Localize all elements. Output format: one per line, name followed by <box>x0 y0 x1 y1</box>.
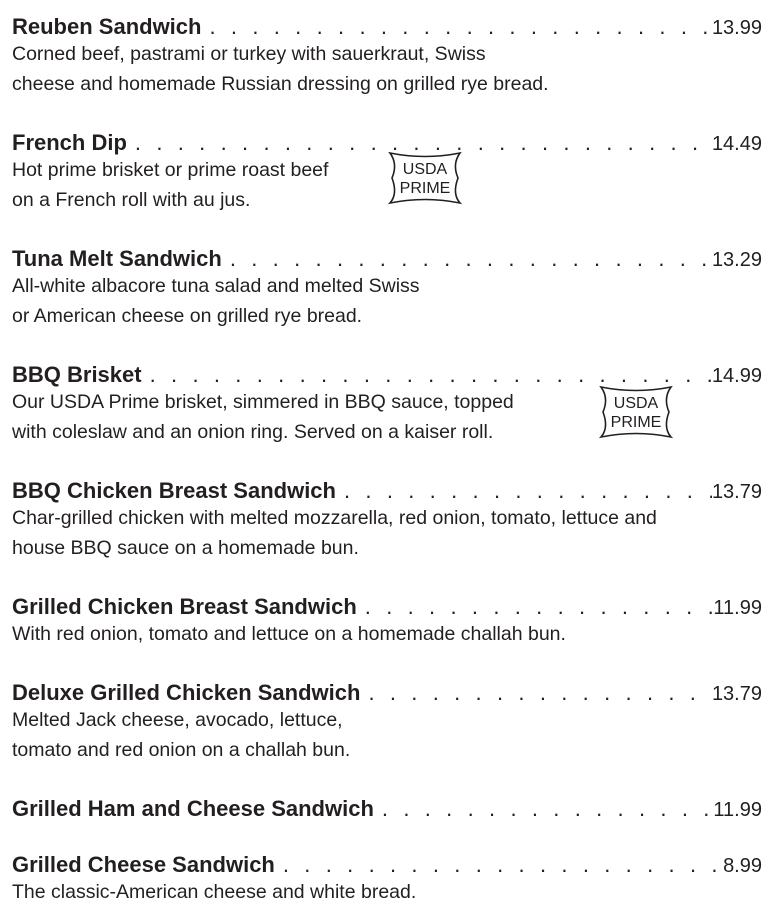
usda-prime-badge: USDA PRIME <box>593 384 679 440</box>
dot-leader: . . . . . . . . . . . . . . . . . . . . … <box>149 364 712 386</box>
item-name: Grilled Chicken Breast Sandwich <box>12 594 357 619</box>
menu-item-grilled-cheese: Grilled Cheese Sandwich . . . . . . . . … <box>12 842 762 907</box>
item-price: 13.79 <box>711 481 762 503</box>
menu-item-reuben: Reuben Sandwich . . . . . . . . . . . . … <box>12 4 762 99</box>
item-description: Melted Jack cheese, avocado, lettuce, to… <box>12 705 762 765</box>
item-name: Grilled Cheese Sandwich <box>12 852 275 877</box>
item-title-row: BBQ Chicken Breast Sandwich . . . . . . … <box>12 468 762 503</box>
usda-prime-badge: USDA PRIME <box>382 150 468 206</box>
dot-leader: . . . . . . . . . . . . . . . . . . . . … <box>343 480 712 502</box>
description-line: house BBQ sauce on a homemade bun. <box>12 537 359 559</box>
item-price: 13.99 <box>711 17 762 39</box>
description-line: With red onion, tomato and lettuce on a … <box>12 623 566 645</box>
dot-leader: . . . . . . . . . . . . . . . . . . . . … <box>368 682 712 704</box>
item-price: 11.99 <box>713 799 762 821</box>
badge-line2: PRIME <box>400 180 451 197</box>
badge-line1: USDA <box>403 161 448 178</box>
item-name: BBQ Chicken Breast Sandwich <box>12 478 336 503</box>
item-title-row: BBQ Brisket . . . . . . . . . . . . . . … <box>12 352 762 387</box>
item-title-row: Grilled Cheese Sandwich . . . . . . . . … <box>12 842 762 877</box>
item-price: 13.29 <box>711 249 762 271</box>
item-title-row: Tuna Melt Sandwich . . . . . . . . . . .… <box>12 236 762 271</box>
item-title-row: Deluxe Grilled Chicken Sandwich . . . . … <box>12 670 762 705</box>
item-price: 14.99 <box>711 365 762 387</box>
menu-item-bbq-brisket: BBQ Brisket . . . . . . . . . . . . . . … <box>12 352 762 447</box>
menu-item-grilled-ham-and-cheese: Grilled Ham and Cheese Sandwich . . . . … <box>12 786 762 821</box>
description-line: cheese and homemade Russian dressing on … <box>12 73 549 95</box>
description-line: tomato and red onion on a challah bun. <box>12 739 351 761</box>
menu-item-french-dip: French Dip . . . . . . . . . . . . . . .… <box>12 120 762 215</box>
description-line: Char-grilled chicken with melted mozzare… <box>12 507 657 529</box>
dot-leader: . . . . . . . . . . . . . . . . . . . . … <box>282 854 723 876</box>
description-line: All-white albacore tuna salad and melted… <box>12 275 420 297</box>
item-description: With red onion, tomato and lettuce on a … <box>12 619 762 649</box>
item-name: Reuben Sandwich <box>12 14 202 39</box>
menu-item-deluxe-grilled-chicken: Deluxe Grilled Chicken Sandwich . . . . … <box>12 670 762 765</box>
item-name: BBQ Brisket <box>12 362 142 387</box>
item-price: 14.49 <box>711 133 762 155</box>
dot-leader: . . . . . . . . . . . . . . . . . . . . … <box>364 596 714 618</box>
menu-item-grilled-chicken: Grilled Chicken Breast Sandwich . . . . … <box>12 584 762 649</box>
item-description: All-white albacore tuna salad and melted… <box>12 271 762 331</box>
item-price: 11.99 <box>713 597 762 619</box>
item-name: Deluxe Grilled Chicken Sandwich <box>12 680 361 705</box>
item-name: Tuna Melt Sandwich <box>12 246 222 271</box>
description-line: Corned beef, pastrami or turkey with sau… <box>12 43 486 65</box>
badge-line1: USDA <box>614 395 659 412</box>
dot-leader: . . . . . . . . . . . . . . . . . . . . … <box>209 16 712 38</box>
description-line: or American cheese on grilled rye bread. <box>12 305 363 327</box>
dot-leader: . . . . . . . . . . . . . . . . . . . . … <box>381 798 714 820</box>
dot-leader: . . . . . . . . . . . . . . . . . . . . … <box>229 248 712 270</box>
item-price: 13.79 <box>711 683 762 705</box>
item-price: 8.99 <box>723 855 762 877</box>
description-line: The classic-American cheese and white br… <box>12 881 417 903</box>
menu-item-bbq-chicken: BBQ Chicken Breast Sandwich . . . . . . … <box>12 468 762 563</box>
item-name: Grilled Ham and Cheese Sandwich <box>12 796 374 821</box>
description-line: Melted Jack cheese, avocado, lettuce, <box>12 709 343 731</box>
item-title-row: Grilled Ham and Cheese Sandwich . . . . … <box>12 786 762 821</box>
item-description: Char-grilled chicken with melted mozzare… <box>12 503 762 563</box>
item-title-row: Reuben Sandwich . . . . . . . . . . . . … <box>12 4 762 39</box>
badge-line2: PRIME <box>611 414 662 431</box>
item-description: Corned beef, pastrami or turkey with sau… <box>12 39 762 99</box>
item-name: French Dip <box>12 130 127 155</box>
item-description: The classic-American cheese and white br… <box>12 877 762 907</box>
menu-item-tuna-melt: Tuna Melt Sandwich . . . . . . . . . . .… <box>12 236 762 331</box>
item-title-row: Grilled Chicken Breast Sandwich . . . . … <box>12 584 762 619</box>
item-title-row: French Dip . . . . . . . . . . . . . . .… <box>12 120 762 155</box>
